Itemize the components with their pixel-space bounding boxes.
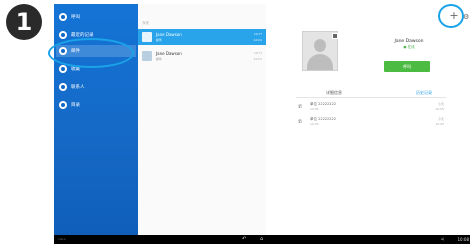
history-date: 今天 [437, 117, 444, 121]
history-row[interactable]: ✆ 单位 22222222 10:05 今天 10:05 [296, 116, 446, 128]
avatar-body-shape [307, 54, 333, 70]
mail-highlight-ring [48, 38, 134, 68]
message-thumbnail-icon [142, 32, 152, 42]
list-item-time-secondary: 12:01 [253, 57, 262, 61]
list-section-header: 今天 [142, 21, 149, 25]
back-icon[interactable]: ↶ [242, 236, 246, 242]
home-icon[interactable]: ⌂ [260, 236, 263, 242]
history-sub: 10:05 [310, 107, 319, 111]
list-item[interactable]: Jane Dawson 邮件 10:?? 12:01 [138, 48, 266, 64]
list-item-time: 10:?? [253, 32, 262, 36]
sidebar-item-directory[interactable]: 目录 [56, 99, 136, 111]
system-status-bar: cisco ↶ ⌂ ◂) 10:08 [54, 235, 470, 244]
step-number-badge: 1 [6, 4, 42, 40]
message-thumbnail-icon [142, 51, 152, 61]
call-button[interactable]: 呼叫 [384, 61, 430, 72]
section-divider [296, 97, 446, 98]
statusbar-clock: 10:08 [457, 237, 469, 242]
history-link[interactable]: 历史记录 [416, 90, 432, 96]
star-icon [59, 65, 67, 73]
sidebar-item-label: 联系人 [71, 85, 85, 90]
history-duration: 10:05 [435, 107, 444, 111]
list-item-meta: 邮件 [156, 38, 163, 42]
avatar-status-icon [332, 33, 338, 39]
history-duration: 10:05 [435, 122, 444, 126]
sidebar-item-contacts[interactable]: 联系人 [56, 81, 136, 93]
message-list-panel: 今天 Jane Dawson 邮件 10:?? 12:01 Jane Dawso… [138, 4, 267, 235]
sidebar-item-label: 呼叫 [71, 15, 80, 20]
status-badge: ● 在线 [403, 45, 415, 49]
list-item-meta: 邮件 [156, 57, 163, 61]
add-highlight-ring [438, 4, 464, 28]
list-item-name: Jane Dawson [156, 32, 182, 37]
avatar-head-shape [314, 39, 326, 52]
contact-name: Jane Dawson [394, 39, 424, 44]
phone-icon: ✆ [298, 104, 303, 110]
recents-icon [59, 31, 67, 39]
directory-icon [59, 101, 67, 109]
history-date: 今天 [437, 102, 444, 106]
history-row[interactable]: ✆ 单位 22222222 10:05 今天 10:05 [296, 101, 446, 113]
contacts-icon [59, 83, 67, 91]
statusbar-brand: cisco [58, 237, 66, 241]
list-item[interactable]: Jane Dawson 邮件 10:?? 12:01 [138, 29, 266, 45]
sidebar-item-label: 目录 [71, 103, 80, 108]
sidebar-item-call[interactable]: 呼叫 [56, 11, 136, 23]
contact-detail-panel: Jane Dawson ● 在线 呼叫 详细信息 历史记录 ✆ 单位 22222… [266, 4, 470, 235]
list-item-time: 10:?? [253, 51, 262, 55]
phone-icon: ✆ [298, 119, 303, 125]
history-sub: 10:05 [310, 122, 319, 126]
call-icon [59, 13, 67, 21]
volume-icon: ◂) [440, 237, 444, 241]
list-item-name: Jane Dawson [156, 51, 182, 56]
list-item-time-secondary: 12:01 [253, 38, 262, 42]
details-section-title: 详细信息 [326, 90, 342, 95]
